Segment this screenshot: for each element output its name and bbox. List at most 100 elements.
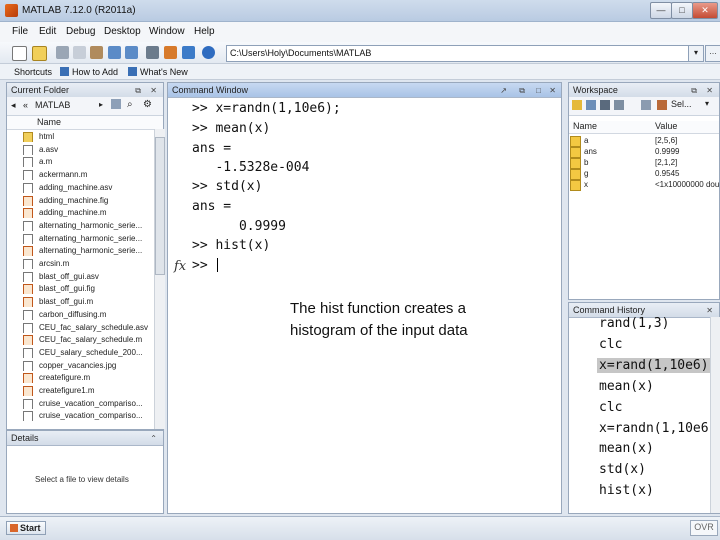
folder-nav-arrow-icon[interactable]: ▸ [99, 100, 103, 109]
history-entry[interactable]: x=rand(1,10e6) [597, 357, 711, 373]
guide-icon[interactable] [164, 46, 177, 59]
panel-close-icon[interactable]: ✕ [706, 84, 713, 98]
back-arrow-icon[interactable]: ◂ [11, 100, 16, 111]
file-list-item[interactable]: CEU_fac_salary_schedule.asv [21, 322, 151, 333]
workspace-title[interactable]: Workspace ⧉ ✕ [569, 83, 719, 98]
open-variable-icon[interactable] [586, 100, 596, 110]
panel-close-icon[interactable]: ✕ [706, 304, 713, 318]
plot-icon[interactable] [657, 100, 667, 110]
browse-folder-button[interactable]: … [705, 45, 720, 62]
delete-variable-icon[interactable] [641, 100, 651, 110]
search-icon[interactable]: ⌕ [127, 99, 133, 110]
file-list-item[interactable]: blast_off_gui.fig [21, 283, 151, 295]
workspace-value-header[interactable]: Value [655, 121, 677, 131]
file-list-item[interactable]: adding_machine.fig [21, 195, 151, 206]
paste-icon[interactable] [90, 46, 103, 59]
help-icon[interactable] [202, 46, 215, 59]
file-list-item[interactable]: CEU_salary_schedule_200... [21, 347, 151, 358]
file-list-item[interactable]: createfigure1.m [21, 385, 151, 396]
history-entry[interactable]: mean(x) [599, 441, 654, 456]
panel-close-icon[interactable]: ✕ [150, 84, 157, 98]
file-list-item[interactable]: a.m [21, 156, 151, 168]
history-entry[interactable]: rand(1,3) [599, 316, 669, 331]
parent-folder-icon[interactable]: « [23, 100, 28, 110]
profiler-icon[interactable] [182, 46, 195, 59]
menu-debug[interactable]: Debug [66, 26, 95, 37]
minimize-button[interactable]: — [650, 2, 672, 19]
file-list-item[interactable]: adding_machine.asv [21, 182, 151, 193]
file-list-item[interactable]: cruise_vacation_compariso... [21, 398, 151, 409]
gear-icon[interactable]: ⚙ [143, 99, 152, 110]
cut-icon[interactable] [56, 46, 69, 59]
menu-edit[interactable]: Edit [39, 26, 56, 37]
redo-icon[interactable] [125, 46, 138, 59]
workspace-name-header[interactable]: Name [573, 121, 597, 131]
variable-row[interactable]: g 0.9545 [569, 168, 719, 180]
up-folder-icon[interactable] [111, 99, 121, 109]
simulink-icon[interactable] [146, 46, 159, 59]
current-folder-path-input[interactable]: C:\Users\Holy\Documents\MATLAB [226, 45, 691, 62]
file-list-item[interactable]: alternating_harmonic_serie... [21, 245, 151, 257]
menu-window[interactable]: Window [149, 26, 185, 37]
file-list-item[interactable]: arcsin.m [21, 258, 151, 269]
close-button[interactable]: ✕ [692, 2, 718, 19]
start-button[interactable]: Start [6, 521, 46, 535]
variable-row[interactable]: ans 0.9999 [569, 146, 719, 158]
history-entry[interactable]: clc [599, 400, 622, 415]
panel-maximize-icon[interactable]: □ [536, 84, 541, 98]
file-list-item[interactable]: cruise_vacation_compariso... [21, 410, 151, 422]
variable-row[interactable]: x <1x10000000 dou... [569, 179, 720, 191]
command-window-panel[interactable]: Command Window ↗ ⧉ □ ✕ >> x=randn(1,10e6… [167, 82, 562, 514]
function-browser-button[interactable]: fx [174, 259, 186, 274]
shortcuts-label[interactable]: Shortcuts [14, 67, 52, 77]
history-scrollbar[interactable] [710, 317, 720, 513]
details-collapse-icon[interactable]: ⌃ [150, 432, 157, 446]
column-name-header[interactable]: Name [37, 117, 61, 127]
how-to-add-link[interactable]: How to Add [60, 67, 118, 77]
file-list-item[interactable]: alternating_harmonic_serie... [21, 233, 151, 244]
panel-close-icon[interactable]: ✕ [549, 84, 556, 98]
file-list-item[interactable]: a.asv [21, 144, 151, 155]
command-prompt[interactable]: >> [192, 258, 215, 273]
file-list-item[interactable]: blast_off_gui.m [21, 296, 151, 308]
file-list-item[interactable]: blast_off_gui.asv [21, 271, 151, 282]
path-dropdown-button[interactable]: ▾ [688, 45, 704, 62]
new-variable-icon[interactable] [572, 100, 582, 110]
undo-icon[interactable] [108, 46, 121, 59]
current-folder-title[interactable]: Current Folder ⧉ ✕ [7, 83, 163, 98]
file-list-item[interactable]: html [21, 131, 151, 142]
whats-new-link[interactable]: What's New [128, 67, 188, 77]
file-list-item[interactable]: copper_vacancies.jpg [21, 360, 151, 371]
file-list-item[interactable]: alternating_harmonic_serie... [21, 220, 151, 231]
maximize-button[interactable]: □ [671, 2, 693, 19]
open-folder-icon[interactable] [32, 46, 47, 61]
history-entry[interactable]: x=randn(1,10e6 [599, 421, 709, 436]
history-entry[interactable]: hist(x) [599, 483, 654, 498]
plot-selector[interactable]: Sel... [671, 99, 692, 109]
panel-menu-icon[interactable]: ⧉ [519, 84, 525, 98]
file-list-scroll-thumb[interactable] [155, 137, 165, 275]
menu-file[interactable]: File [12, 26, 28, 37]
details-title[interactable]: Details ⌃ [7, 431, 163, 446]
folder-nav-name[interactable]: MATLAB [35, 100, 70, 110]
history-entry[interactable]: clc [599, 337, 622, 352]
command-window-title[interactable]: Command Window ↗ ⧉ □ ✕ [168, 83, 561, 98]
file-list-item[interactable]: createfigure.m [21, 372, 151, 384]
file-list-item[interactable]: carbon_diffusing.m [21, 309, 151, 320]
panel-undock-icon[interactable]: ↗ [500, 84, 507, 98]
copy-icon[interactable] [73, 46, 86, 59]
history-entry[interactable]: std(x) [599, 462, 646, 477]
save-workspace-icon[interactable] [614, 100, 624, 110]
panel-menu-icon[interactable]: ⧉ [135, 84, 141, 98]
variable-row[interactable]: a [2,5,6] [569, 135, 719, 147]
file-list-item[interactable]: ackermann.m [21, 169, 151, 181]
import-data-icon[interactable] [600, 100, 610, 110]
plot-selector-arrow-icon[interactable]: ▾ [705, 99, 709, 108]
file-list-item[interactable]: adding_machine.m [21, 207, 151, 219]
variable-row[interactable]: b [2,1,2] [569, 157, 719, 169]
menu-help[interactable]: Help [194, 26, 215, 37]
history-entry[interactable]: mean(x) [599, 379, 654, 394]
menu-desktop[interactable]: Desktop [104, 26, 141, 37]
file-list-item[interactable]: CEU_fac_salary_schedule.m [21, 334, 151, 346]
panel-menu-icon[interactable]: ⧉ [691, 84, 697, 98]
